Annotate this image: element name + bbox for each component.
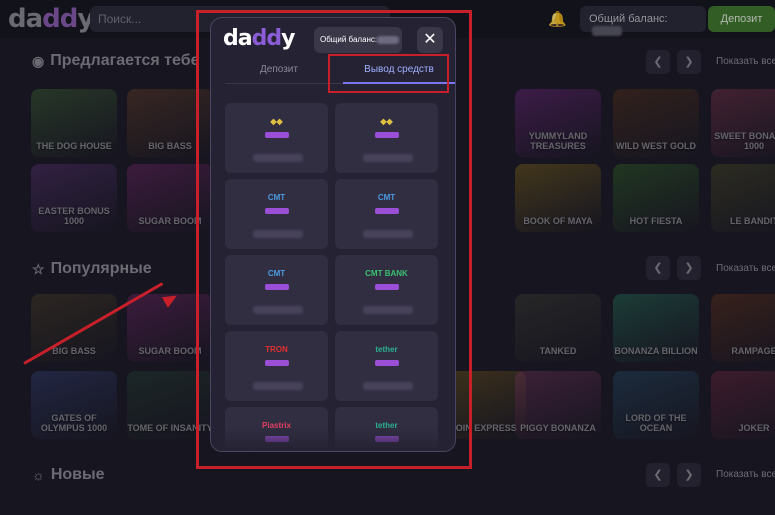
section-title-text: Популярные — [50, 260, 152, 277]
modal-logo: daddy — [223, 26, 295, 51]
prev-arrow-button[interactable]: ❮ — [646, 256, 670, 280]
game-tile[interactable]: SWEET BONANZA 1000 — [711, 89, 775, 157]
close-button[interactable]: ✕ — [417, 27, 443, 53]
game-tile[interactable]: RAMPAGE — [711, 294, 775, 362]
game-tile[interactable]: HOT FIESTA — [613, 164, 699, 232]
next-arrow-button[interactable]: ❯ — [677, 256, 701, 280]
payment-method-logo: CMT BANK — [365, 269, 408, 278]
section-title-new: ☼ Новые — [32, 466, 105, 484]
payment-method-card[interactable]: ◆◆ — [335, 103, 438, 173]
game-tile[interactable]: BOOK OF MAYA — [515, 164, 601, 232]
game-title: THE DOG HOUSE — [36, 141, 112, 151]
game-tile[interactable]: PIGGY BONANZA — [515, 371, 601, 439]
payment-method-badge — [265, 208, 289, 214]
payment-method-limit-blurred — [363, 230, 413, 238]
game-tile[interactable]: THE DOG HOUSE — [31, 89, 117, 157]
show-all-link[interactable]: Показать все — [716, 263, 775, 274]
payment-method-badge — [375, 132, 399, 138]
payment-method-logo: tether — [375, 345, 398, 354]
payment-method-badge — [375, 360, 399, 366]
payment-method-card[interactable]: CMT — [225, 255, 328, 325]
game-tile[interactable]: TANKED — [515, 294, 601, 362]
site-logo[interactable]: daddy — [8, 4, 94, 34]
payment-method-limit-blurred — [253, 230, 303, 238]
game-title: TANKED — [539, 346, 577, 356]
modal-balance-label: Общий баланс: — [320, 35, 378, 44]
game-tile[interactable]: EASTER BONUS 1000 — [31, 164, 117, 232]
payment-method-limit-blurred — [363, 382, 413, 390]
prev-arrow-button[interactable]: ❮ — [646, 50, 670, 74]
game-tile[interactable]: GATES OF OLYMPUS 1000 — [31, 371, 117, 439]
casino-page: daddy Поиск... 🔔 Общий баланс: Депозит ◉… — [0, 0, 775, 515]
tab-deposit[interactable]: Депозит — [239, 64, 319, 75]
game-title: LE BANDIT — [730, 216, 775, 226]
payment-method-badge — [265, 284, 289, 290]
payment-method-badge — [375, 208, 399, 214]
annotation-tab-frame — [328, 54, 449, 93]
game-title: GATES OF OLYMPUS 1000 — [40, 413, 108, 433]
payment-method-card[interactable]: TRON — [225, 331, 328, 401]
payment-method-card[interactable]: CMT — [335, 179, 438, 249]
balance-value-blurred — [592, 26, 622, 37]
section-title-recommended: ◉ Предлагается тебе — [32, 52, 199, 70]
game-tile[interactable]: JOKER — [711, 371, 775, 439]
prev-arrow-button[interactable]: ❮ — [646, 463, 670, 487]
next-arrow-button[interactable]: ❯ — [677, 463, 701, 487]
game-title: LORD OF THE OCEAN — [625, 413, 687, 433]
new-icon: ☼ — [32, 467, 45, 483]
game-title: RAMPAGE — [731, 346, 775, 356]
payment-method-limit-blurred — [253, 382, 303, 390]
modal-balance-value-blurred — [377, 35, 400, 44]
deposit-button[interactable]: Депозит — [708, 6, 775, 32]
section-title-popular: ☆ Популярные — [32, 260, 152, 278]
payment-method-badge — [375, 284, 399, 290]
game-tile[interactable]: LORD OF THE OCEAN — [613, 371, 699, 439]
payment-method-logo: TRON — [265, 345, 288, 354]
show-all-link[interactable]: Показать все — [716, 469, 775, 480]
payment-method-limit-blurred — [363, 306, 413, 314]
payment-method-card[interactable]: CMT BANK — [335, 255, 438, 325]
payment-method-card[interactable]: tether — [335, 331, 438, 401]
payment-method-logo: ◆◆ — [270, 117, 283, 126]
show-all-link[interactable]: Показать все — [716, 56, 775, 67]
game-title: BOOK OF MAYA — [523, 216, 593, 226]
payment-method-logo: CMT — [267, 193, 286, 202]
game-title: WILD WEST GOLD — [616, 141, 696, 151]
game-tile[interactable]: WILD WEST GOLD — [613, 89, 699, 157]
star-icon: ☆ — [32, 260, 45, 277]
payment-method-logo: ◆◆ — [380, 117, 393, 126]
withdraw-modal: daddy Общий баланс: ✕ Депозит Вывод сред… — [210, 17, 456, 452]
game-tile[interactable]: YUMMYLAND TREASURES — [515, 89, 601, 157]
payment-method-limit-blurred — [363, 154, 413, 162]
section-title-text: Новые — [50, 466, 105, 483]
payment-method-logo: CMT — [377, 193, 396, 202]
game-tile[interactable]: LE BANDIT — [711, 164, 775, 232]
bell-icon[interactable]: 🔔 — [548, 10, 567, 28]
game-title: SWEET BONANZA 1000 — [714, 131, 775, 151]
game-title: YUMMYLAND TREASURES — [528, 131, 588, 151]
balance-display: Общий баланс: — [580, 6, 706, 37]
payment-method-card[interactable]: ◆◆ — [225, 103, 328, 173]
close-icon: ✕ — [423, 31, 437, 48]
game-title: EASTER BONUS 1000 — [38, 206, 110, 226]
modal-balance: Общий баланс: — [314, 27, 402, 53]
game-title: JOKER — [738, 423, 770, 433]
game-tile[interactable]: BONANZA BILLION — [613, 294, 699, 362]
payment-method-badge — [265, 360, 289, 366]
payment-method-card[interactable]: CMT — [225, 179, 328, 249]
balance-label: Общий баланс: — [589, 13, 668, 25]
game-title: PIGGY BONANZA — [520, 423, 596, 433]
next-arrow-button[interactable]: ❯ — [677, 50, 701, 74]
game-title: BONANZA BILLION — [614, 346, 698, 356]
payment-method-logo: CMT — [267, 269, 286, 278]
game-title: HOT FIESTA — [629, 216, 683, 226]
scroll-fade — [211, 427, 455, 451]
payment-method-limit-blurred — [253, 154, 303, 162]
payment-method-limit-blurred — [253, 306, 303, 314]
section-title-text: Предлагается тебе — [50, 52, 200, 69]
payment-method-badge — [265, 132, 289, 138]
recommend-icon: ◉ — [32, 52, 45, 69]
